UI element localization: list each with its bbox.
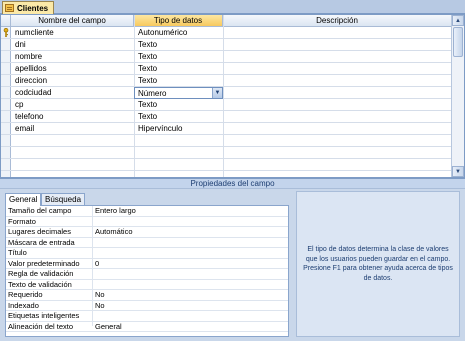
column-header-field-name[interactable]: Nombre del campo: [11, 15, 134, 27]
description-cell[interactable]: [224, 27, 451, 39]
property-row[interactable]: Alineación del texto General: [6, 321, 288, 332]
description-cell[interactable]: [224, 51, 451, 63]
tab-clientes[interactable]: Clientes: [2, 1, 54, 14]
row-selector[interactable]: [1, 99, 11, 111]
field-name-cell[interactable]: codciudad: [12, 87, 133, 99]
property-row[interactable]: Indexado No: [6, 300, 288, 311]
property-label: Texto de validación: [8, 279, 72, 289]
document-tab-strip: Clientes: [0, 0, 465, 14]
property-label: Lugares decimales: [8, 227, 71, 236]
help-text: El tipo de datos determina la clase de v…: [303, 246, 453, 282]
column-header-description[interactable]: Descripción: [223, 15, 452, 27]
help-panel: El tipo de datos determina la clase de v…: [296, 191, 460, 337]
field-name-cell[interactable]: nombre: [12, 51, 133, 63]
property-label: Tamaño del campo: [8, 206, 72, 215]
vertical-scrollbar[interactable]: ▲ ▼: [451, 15, 464, 177]
data-type-cell[interactable]: Texto: [135, 39, 222, 51]
property-row[interactable]: Valor predeterminado 0: [6, 258, 288, 269]
field-design-grid: Nombre del campo Tipo de datos Descripci…: [0, 14, 465, 178]
column-header-data-type[interactable]: Tipo de datos: [134, 15, 223, 27]
row-selector[interactable]: [1, 51, 11, 63]
property-label: Valor predeterminado: [8, 258, 80, 268]
property-row[interactable]: Tamaño del campo Entero largo: [6, 206, 288, 217]
property-row[interactable]: Etiquetas inteligentes: [6, 311, 288, 322]
row-selector[interactable]: [1, 111, 11, 123]
field-name-cell[interactable]: numcliente: [12, 27, 133, 39]
tab-general[interactable]: General: [5, 193, 42, 206]
description-cell[interactable]: [224, 111, 451, 123]
property-label: Título: [8, 248, 27, 257]
description-cell[interactable]: [224, 75, 451, 87]
arrow-up-icon[interactable]: ▲: [452, 15, 464, 26]
key-icon: [3, 27, 9, 37]
description-cell[interactable]: [224, 39, 451, 51]
table-row: [11, 147, 452, 159]
tab-clientes-label: Clientes: [17, 3, 49, 13]
properties-list: Tamaño del campo Entero largo Formato Lugar…: [5, 205, 289, 337]
row-selector[interactable]: [1, 39, 11, 51]
data-type-cell[interactable]: Texto: [135, 51, 222, 63]
description-cell[interactable]: [224, 63, 451, 75]
field-name-cell[interactable]: direccion: [12, 75, 133, 87]
row-selector[interactable]: [1, 147, 11, 159]
arrow-down-icon[interactable]: ▼: [452, 166, 464, 177]
description-cell[interactable]: [224, 123, 451, 135]
field-name-cell[interactable]: telefono: [12, 111, 133, 123]
property-value[interactable]: No: [95, 290, 285, 300]
property-row[interactable]: Formato: [6, 216, 288, 227]
data-type-cell[interactable]: Autonumérico: [135, 27, 222, 39]
property-value[interactable]: Automático: [95, 227, 285, 237]
property-label: Requerido: [8, 290, 43, 299]
property-label: Regla de validación: [8, 269, 74, 278]
table-row: [11, 159, 452, 171]
property-row[interactable]: Regla de validación: [6, 269, 288, 280]
description-cell[interactable]: [224, 87, 451, 99]
chevron-down-icon[interactable]: ▼: [212, 88, 222, 98]
data-type-cell[interactable]: Texto: [135, 111, 222, 123]
data-type-cell[interactable]: Texto: [135, 99, 222, 111]
row-selector[interactable]: [1, 87, 11, 99]
property-value[interactable]: Entero largo: [95, 206, 285, 216]
corner-header: [1, 15, 11, 27]
property-label: Formato: [8, 216, 36, 226]
data-type-cell[interactable]: Hipervínculo: [135, 123, 222, 135]
property-value[interactable]: 0: [95, 259, 285, 269]
property-row[interactable]: Texto de validación: [6, 279, 288, 290]
property-value[interactable]: No: [95, 301, 285, 311]
scrollbar-thumb[interactable]: [453, 27, 463, 57]
property-label: Indexado: [8, 300, 39, 310]
property-value[interactable]: General: [95, 322, 285, 332]
row-selector[interactable]: [1, 159, 11, 171]
property-row[interactable]: Lugares decimales Automático: [6, 227, 288, 238]
row-selector[interactable]: [1, 135, 11, 147]
property-row[interactable]: Requerido No: [6, 290, 288, 301]
data-type-select[interactable]: Número ▼: [134, 87, 223, 99]
description-cell[interactable]: [224, 99, 451, 111]
property-row[interactable]: Máscara de entrada: [6, 237, 288, 248]
field-properties-title: Propiedades del campo: [0, 178, 465, 189]
property-label: Alineación del texto: [8, 321, 74, 331]
data-type-cell[interactable]: Texto: [135, 75, 222, 87]
row-selector[interactable]: [1, 63, 11, 75]
tab-busqueda[interactable]: Búsqueda: [41, 193, 86, 205]
field-name-cell[interactable]: apellidos: [12, 63, 133, 75]
row-selector[interactable]: [1, 75, 11, 87]
property-row[interactable]: Título: [6, 248, 288, 259]
row-selector[interactable]: [1, 123, 11, 135]
table-icon: [5, 4, 14, 12]
field-name-cell[interactable]: cp: [12, 99, 133, 111]
property-label: Etiquetas inteligentes: [8, 311, 80, 320]
data-type-cell[interactable]: Texto: [135, 63, 222, 75]
field-name-cell[interactable]: dni: [12, 39, 133, 51]
property-label: Máscara de entrada: [8, 237, 75, 247]
field-name-cell[interactable]: email: [12, 123, 133, 135]
table-row: [11, 135, 452, 147]
